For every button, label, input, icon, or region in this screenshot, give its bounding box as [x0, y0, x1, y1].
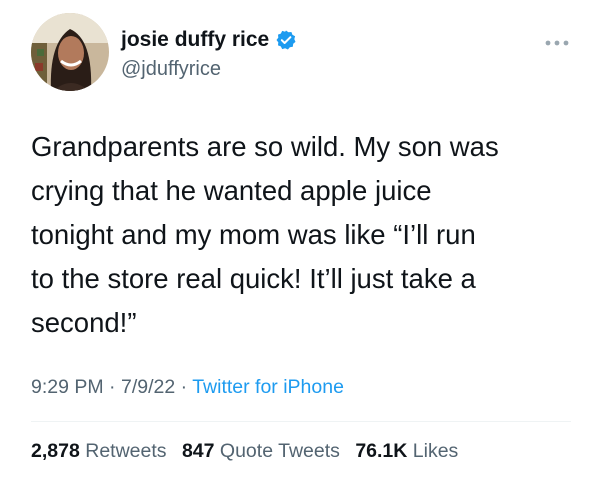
- retweets-stat[interactable]: 2,878 Retweets: [31, 440, 167, 462]
- likes-stat[interactable]: 76.1K Likes: [355, 440, 458, 462]
- tweet-text-line: tonight and my mom was like “I’ll run: [31, 219, 476, 250]
- avatar-photo: [31, 13, 109, 91]
- tweet-text: Grandparents are so wild. My son was cry…: [31, 125, 576, 345]
- tweet-meta: 9:29 PM · 7/9/22 · Twitter for iPhone: [31, 376, 344, 399]
- display-name[interactable]: josie duffy rice: [121, 28, 269, 52]
- verified-badge-icon: [275, 29, 297, 51]
- likes-count: 76.1K: [355, 440, 408, 462]
- quote-tweets-label: Quote Tweets: [219, 440, 340, 462]
- retweets-label: Retweets: [85, 440, 167, 462]
- tweet-text-line: second!”: [31, 307, 137, 338]
- name-row: josie duffy rice: [121, 28, 297, 52]
- divider: [31, 421, 571, 422]
- meta-separator: ·: [109, 376, 116, 398]
- tweet-source-link[interactable]: Twitter for iPhone: [192, 376, 344, 398]
- meta-separator: ·: [180, 376, 188, 398]
- likes-label: Likes: [412, 440, 459, 462]
- tweet-date[interactable]: 7/9/22: [121, 376, 175, 398]
- more-options-icon[interactable]: [544, 35, 570, 46]
- retweets-count: 2,878: [31, 440, 80, 462]
- tweet-card: josie duffy rice @jduffyrice Grandparent…: [0, 0, 600, 483]
- tweet-text-line: crying that he wanted apple juice: [31, 175, 432, 206]
- tweet-time[interactable]: 9:29 PM: [31, 376, 104, 398]
- quote-tweets-count: 847: [181, 440, 215, 462]
- user-handle[interactable]: @jduffyrice: [121, 58, 221, 81]
- tweet-stats: 2,878 Retweets 847 Quote Tweets 76.1K Li…: [31, 440, 468, 463]
- tweet-text-line: Grandparents are so wild. My son was: [31, 131, 499, 162]
- avatar[interactable]: [31, 13, 109, 91]
- quote-tweets-stat[interactable]: 847 Quote Tweets: [182, 440, 340, 462]
- tweet-text-line: to the store real quick! It’ll just take…: [31, 263, 476, 294]
